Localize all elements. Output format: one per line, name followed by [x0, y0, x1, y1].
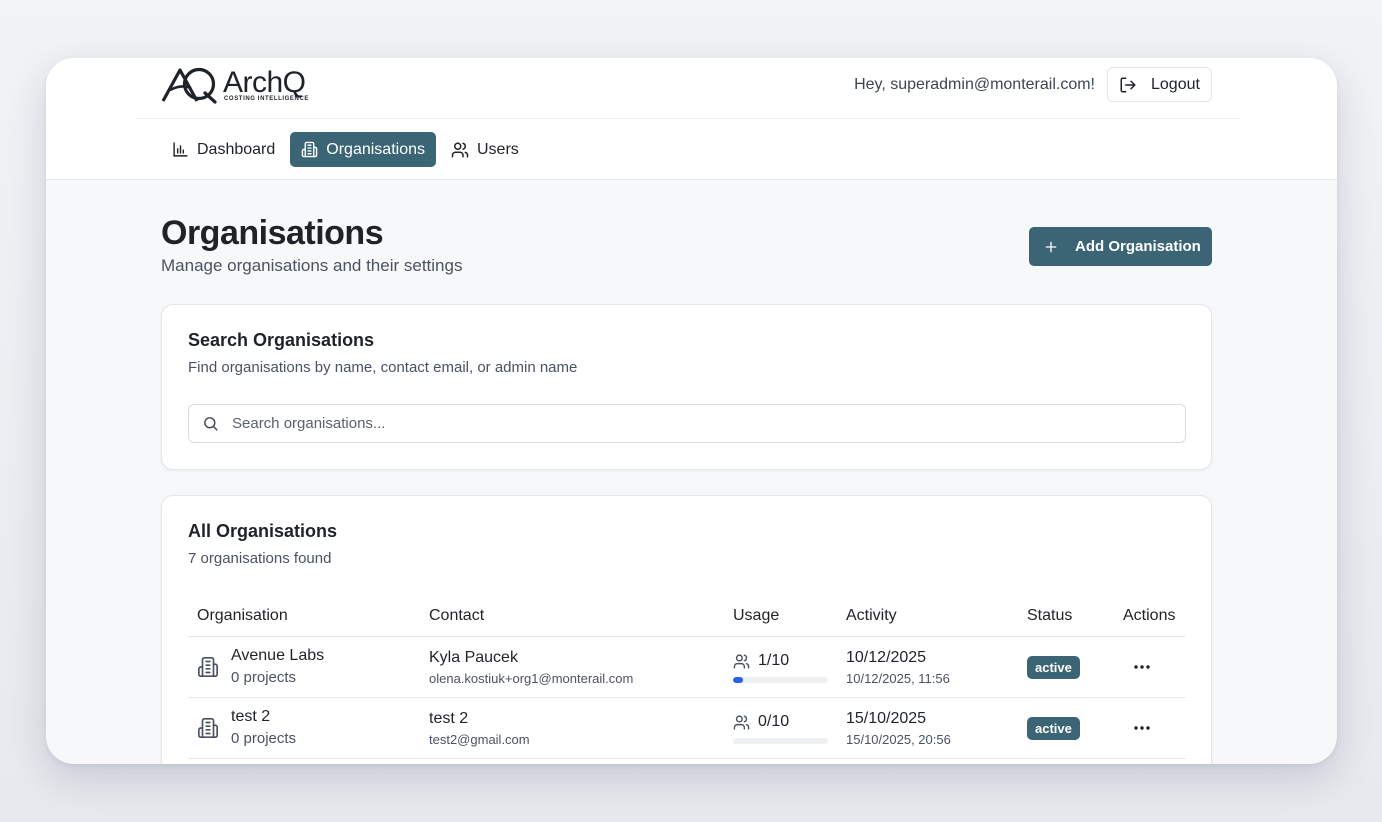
- brand-tagline: COSTING INTELLIGENCE: [224, 96, 310, 102]
- main-nav: Dashboard Organisations Users: [161, 132, 530, 167]
- logout-button[interactable]: Logout: [1107, 67, 1212, 102]
- usage-progress-fill: [733, 677, 743, 683]
- logout-icon: [1120, 77, 1136, 92]
- activity-timestamp: 15/10/2025, 20:56: [846, 732, 951, 747]
- users-icon: [733, 715, 750, 730]
- add-organisation-label: Add Organisation: [1075, 238, 1201, 255]
- building-icon: [301, 141, 318, 158]
- contact-email: test2@gmail.com: [429, 732, 530, 747]
- contact-name: test 2: [429, 710, 469, 727]
- column-header-status[interactable]: Status: [1027, 607, 1072, 625]
- column-header-usage[interactable]: Usage: [733, 607, 779, 625]
- users-icon: [733, 654, 750, 669]
- contact-name: Kyla Paucek: [429, 649, 518, 666]
- organisation-projects: 0 projects: [231, 669, 297, 686]
- nav-item-label: Organisations: [326, 140, 425, 158]
- table-row[interactable]: test 2 0 projects test 2 test2@gmail.com…: [188, 698, 1186, 759]
- organisation-name[interactable]: Avenue Labs: [231, 647, 324, 665]
- usage-count: 0/10: [758, 713, 790, 730]
- column-header-organisation[interactable]: Organisation: [197, 607, 288, 625]
- row-actions-button[interactable]: [1130, 717, 1154, 739]
- activity-date: 15/10/2025: [846, 710, 927, 727]
- building-icon: [198, 657, 218, 677]
- logout-label: Logout: [1151, 75, 1200, 93]
- usage-progress-bar: [733, 738, 828, 744]
- row-actions-button[interactable]: [1130, 656, 1154, 678]
- search-card-subtitle: Find organisations by name, contact emai…: [188, 359, 578, 376]
- search-card-title: Search Organisations: [188, 330, 375, 350]
- table-row[interactable]: Avenue Labs 0 projects Kyla Paucek olena…: [188, 637, 1186, 698]
- search-input[interactable]: [232, 415, 1132, 432]
- column-header-activity[interactable]: Activity: [846, 607, 897, 625]
- table-header: Organisation Contact Usage Activity Stat…: [188, 597, 1186, 637]
- nav-item-users[interactable]: Users: [440, 132, 530, 167]
- page-subtitle: Manage organisations and their settings: [161, 256, 463, 275]
- column-header-contact[interactable]: Contact: [429, 607, 484, 625]
- nav-item-organisations[interactable]: Organisations: [290, 132, 436, 167]
- more-horizontal-icon: [1134, 726, 1150, 730]
- nav-item-label: Users: [477, 140, 519, 158]
- usage-progress-bar: [733, 677, 828, 683]
- organisations-table: Organisation Contact Usage Activity Stat…: [188, 597, 1186, 759]
- more-horizontal-icon: [1134, 665, 1150, 669]
- activity-date: 10/12/2025: [846, 649, 927, 666]
- brand-name: ArchQ: [223, 66, 306, 99]
- users-icon: [451, 142, 469, 157]
- add-organisation-button[interactable]: Add Organisation: [1029, 227, 1212, 266]
- brand-logo[interactable]: ArchQ COSTING INTELLIGENCE: [161, 66, 308, 104]
- organisations-count: 7 organisations found: [188, 550, 332, 567]
- organisation-name[interactable]: test 2: [231, 708, 270, 726]
- status-badge: active: [1027, 717, 1080, 740]
- header-divider: [136, 118, 1239, 119]
- building-icon: [198, 718, 218, 738]
- page-title: Organisations: [161, 214, 384, 252]
- nav-item-dashboard[interactable]: Dashboard: [161, 132, 286, 167]
- organisations-card: All Organisations 7 organisations found …: [161, 495, 1212, 764]
- organisation-projects: 0 projects: [231, 730, 297, 747]
- bar-chart-icon: [173, 142, 188, 157]
- search-card: Search Organisations Find organisations …: [161, 304, 1212, 470]
- nav-item-label: Dashboard: [197, 140, 276, 158]
- activity-timestamp: 10/12/2025, 11:56: [846, 671, 950, 686]
- column-header-actions: Actions: [1123, 607, 1176, 624]
- organisations-card-title: All Organisations: [188, 521, 338, 541]
- plus-icon: [1045, 241, 1057, 252]
- status-badge: active: [1027, 656, 1080, 679]
- search-icon: [204, 417, 218, 431]
- user-greeting: Hey, superadmin@monterail.com!: [854, 76, 1095, 93]
- app-window: ArchQ COSTING INTELLIGENCE Hey, superadm…: [46, 58, 1337, 764]
- contact-email: olena.kostiuk+org1@monterail.com: [429, 671, 634, 686]
- search-box[interactable]: [188, 404, 1186, 443]
- top-bar: ArchQ COSTING INTELLIGENCE Hey, superadm…: [46, 58, 1337, 180]
- usage-count: 1/10: [758, 652, 790, 669]
- archq-logo-icon: [161, 67, 217, 104]
